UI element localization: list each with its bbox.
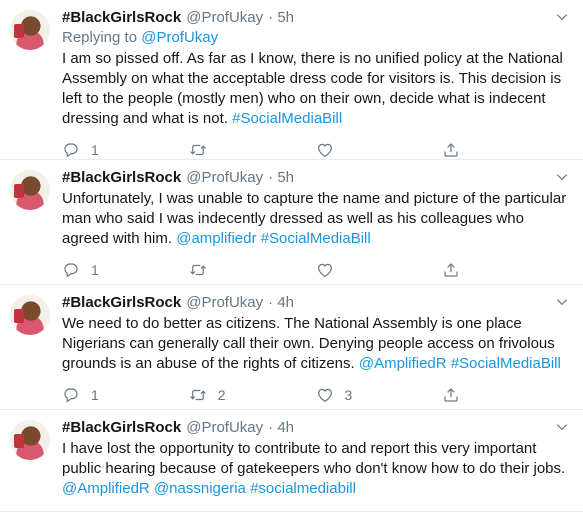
reply-button[interactable]: 1 — [62, 141, 189, 159]
retweet-count: 2 — [217, 387, 226, 403]
chevron-down-icon[interactable] — [555, 10, 569, 24]
tweet-text-content: I have lost the opportunity to contribut… — [62, 440, 566, 477]
like-button[interactable] — [316, 261, 443, 279]
avatar[interactable] — [10, 170, 50, 210]
tweet[interactable]: #BlackGirlsRock @ProfUkay · 5h Replying … — [0, 0, 583, 160]
tweet[interactable]: #BlackGirlsRock @ProfUkay · 5h Unfortuna… — [0, 160, 583, 285]
tweet-text: I am so pissed off. As far as I know, th… — [62, 49, 569, 129]
share-button[interactable] — [442, 141, 569, 159]
share-icon — [444, 263, 458, 277]
like-icon — [317, 388, 332, 403]
chevron-down-icon[interactable] — [555, 170, 569, 184]
avatar[interactable] — [10, 295, 50, 335]
tweet-actions: 1 2 3 — [62, 378, 569, 412]
retweet-icon — [189, 144, 206, 156]
reply-button[interactable]: 1 — [62, 386, 189, 404]
retweet-icon — [189, 264, 206, 276]
timestamp[interactable]: · 4h — [268, 293, 294, 313]
timestamp[interactable]: · 4h — [268, 418, 294, 438]
like-count: 3 — [344, 387, 353, 403]
like-button[interactable] — [316, 141, 443, 159]
hashtag-link[interactable]: #SocialMediaBill — [261, 230, 371, 247]
tweet-text: Unfortunately, I was unable to capture t… — [62, 189, 569, 249]
reply-count: 1 — [91, 142, 99, 158]
retweet-button[interactable] — [189, 261, 316, 279]
mention-link[interactable]: @nassnigeria — [154, 480, 246, 497]
share-button[interactable] — [442, 261, 569, 279]
tweet-text: I have lost the opportunity to contribut… — [62, 439, 569, 499]
reply-icon — [64, 263, 78, 278]
chevron-down-icon[interactable] — [555, 295, 569, 309]
mention-link[interactable]: @amplifiedr — [176, 230, 256, 247]
chevron-down-icon[interactable] — [555, 420, 569, 434]
handle[interactable]: @ProfUkay — [186, 418, 263, 438]
reply-icon — [64, 143, 78, 158]
display-name[interactable]: #BlackGirlsRock — [62, 418, 181, 438]
avatar[interactable] — [10, 10, 50, 50]
retweet-button[interactable] — [189, 141, 316, 159]
tweet[interactable]: #BlackGirlsRock @ProfUkay · 4h We need t… — [0, 285, 583, 410]
replying-handle-link[interactable]: @ProfUkay — [141, 29, 218, 46]
avatar[interactable] — [10, 420, 50, 460]
tweet-text: We need to do better as citizens. The Na… — [62, 314, 569, 374]
share-button[interactable] — [442, 386, 569, 404]
tweet[interactable]: #BlackGirlsRock @ProfUkay · 4h I have lo… — [0, 410, 583, 512]
retweet-button[interactable]: 2 — [189, 386, 316, 404]
replying-to: Replying to @ProfUkay — [62, 28, 569, 48]
like-icon — [317, 143, 332, 158]
reply-count: 1 — [91, 387, 99, 403]
reply-button[interactable]: 1 — [62, 261, 189, 279]
like-button[interactable]: 3 — [316, 386, 443, 404]
hashtag-link[interactable]: #SocialMediaBill — [232, 110, 342, 127]
share-icon — [444, 143, 458, 157]
handle[interactable]: @ProfUkay — [186, 293, 263, 313]
share-icon — [444, 388, 458, 402]
handle[interactable]: @ProfUkay — [186, 168, 263, 188]
replying-prefix: Replying to — [62, 29, 142, 46]
timestamp[interactable]: · 5h — [268, 8, 294, 28]
reply-count: 1 — [91, 262, 99, 278]
display-name[interactable]: #BlackGirlsRock — [62, 168, 181, 188]
handle[interactable]: @ProfUkay — [186, 8, 263, 28]
retweet-icon — [189, 389, 206, 401]
mention-link[interactable]: @AmplifiedR — [359, 355, 447, 372]
like-icon — [317, 263, 332, 278]
tweet-actions: 1 — [62, 253, 569, 287]
display-name[interactable]: #BlackGirlsRock — [62, 293, 181, 313]
reply-icon — [64, 388, 78, 403]
hashtag-link[interactable]: #socialmediabill — [250, 480, 356, 497]
timestamp[interactable]: · 5h — [268, 168, 294, 188]
mention-link[interactable]: @AmplifiedR — [62, 480, 150, 497]
hashtag-link[interactable]: #SocialMediaBill — [451, 355, 561, 372]
display-name[interactable]: #BlackGirlsRock — [62, 8, 181, 28]
